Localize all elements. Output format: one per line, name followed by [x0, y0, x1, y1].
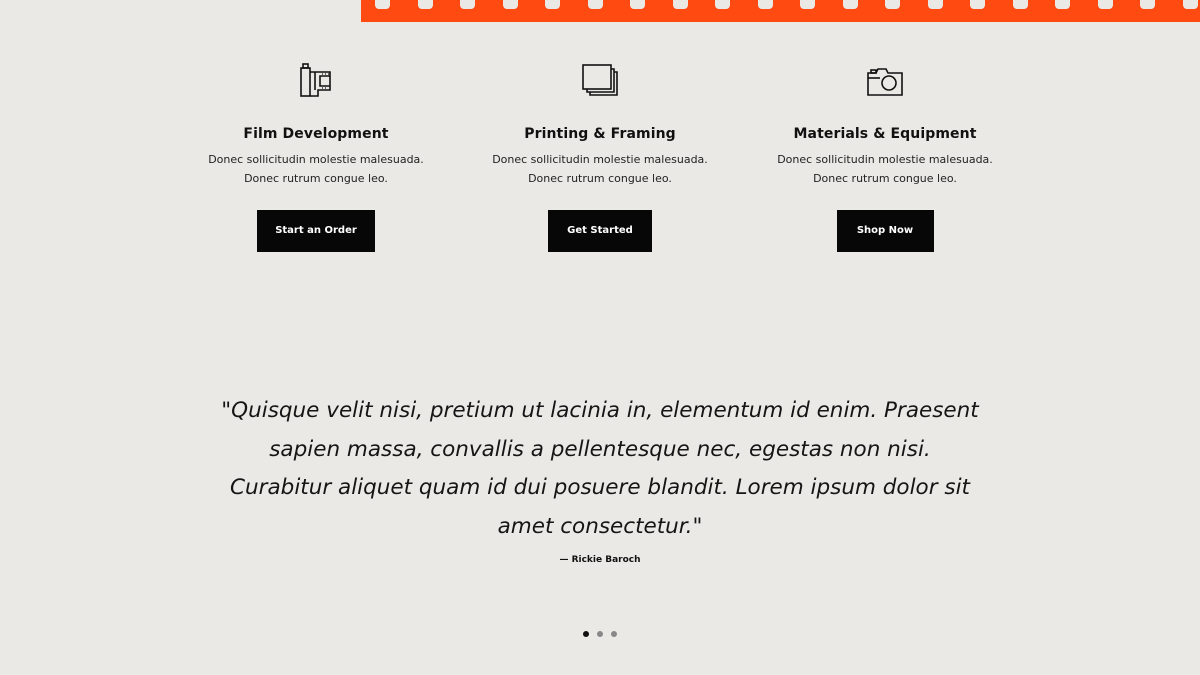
film-strip-hole — [927, 0, 943, 9]
carousel-dot-1[interactable] — [583, 631, 589, 637]
film-strip-decoration — [361, 0, 1200, 22]
testimonial-author: — Rickie Baroch — [559, 555, 641, 565]
film-strip-hole — [1097, 0, 1113, 9]
service-title: Materials & Equipment — [793, 126, 977, 142]
film-strip-hole — [502, 0, 518, 9]
camera-icon — [755, 60, 1015, 104]
get-started-button[interactable]: Get Started — [548, 210, 652, 252]
shop-now-button[interactable]: Shop Now — [836, 210, 934, 252]
film-strip-hole — [885, 0, 900, 9]
service-description: Donec sollicitudin molestie malesuada. D… — [208, 153, 424, 185]
carousel-dots — [583, 631, 617, 637]
film-strip-hole — [417, 0, 433, 9]
carousel-dot-2[interactable] — [597, 631, 603, 637]
page: Film Development Donec sollicitudin mole… — [0, 0, 1200, 675]
film-strip-hole — [630, 0, 645, 9]
service-description: Donec sollicitudin molestie malesuada. D… — [492, 153, 708, 185]
film-strip-hole — [587, 0, 603, 9]
film-strip-hole — [1140, 0, 1155, 9]
film-strip-hole — [970, 0, 985, 9]
service-title: Printing & Framing — [524, 126, 676, 142]
service-description: Donec sollicitudin molestie malesuada. D… — [777, 153, 993, 185]
carousel-dot-3[interactable] — [611, 631, 617, 637]
film-strip-hole — [1012, 0, 1028, 9]
film-roll-icon — [186, 60, 446, 104]
testimonial-quote: "Quisque velit nisi, pretium ut lacinia … — [221, 398, 979, 539]
start-order-button[interactable]: Start an Order — [257, 210, 375, 252]
service-materials-equipment: Materials & Equipment Donec sollicitudin… — [755, 60, 1015, 252]
film-strip-hole — [1182, 0, 1198, 9]
film-strip-hole — [715, 0, 730, 9]
film-strip-hole — [842, 0, 858, 9]
film-strip-hole — [1055, 0, 1070, 9]
service-film-development: Film Development Donec sollicitudin mole… — [186, 60, 446, 252]
service-printing-framing: Printing & Framing Donec sollicitudin mo… — [470, 60, 730, 252]
film-strip-hole — [460, 0, 475, 9]
film-strip-hole — [545, 0, 560, 9]
film-strip-hole — [672, 0, 688, 9]
photo-stack-icon — [470, 60, 730, 104]
film-strip-hole — [757, 0, 773, 9]
film-strip-hole — [375, 0, 390, 9]
service-title: Film Development — [243, 126, 389, 142]
film-strip-hole — [800, 0, 815, 9]
